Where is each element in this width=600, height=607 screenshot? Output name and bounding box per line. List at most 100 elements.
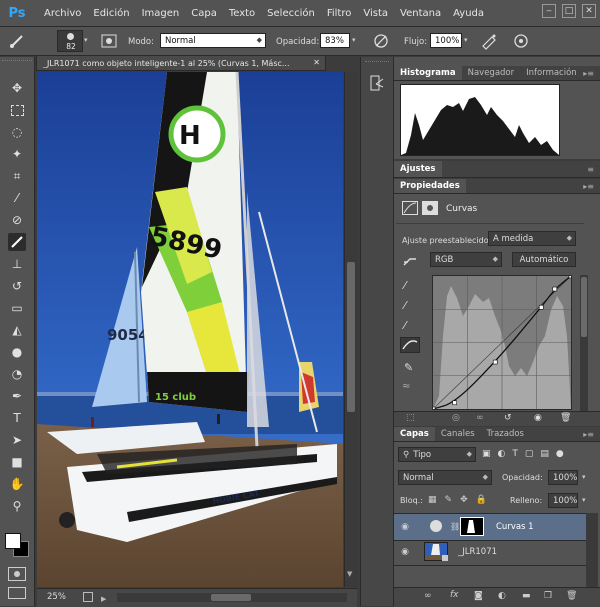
view-previous-icon[interactable]: ◎: [452, 413, 460, 423]
menu-archivo[interactable]: Archivo: [38, 8, 87, 19]
menu-seleccion[interactable]: Selección: [261, 8, 321, 19]
properties-scrollbar[interactable]: [580, 275, 588, 417]
tab-propiedades[interactable]: Propiedades: [394, 179, 466, 193]
link-layers-icon[interactable]: ∞: [424, 591, 432, 601]
history-icon[interactable]: [370, 75, 384, 91]
filter-shape-icon[interactable]: ▢: [525, 449, 534, 459]
toolbar-grip[interactable]: [2, 60, 32, 65]
status-info-icon[interactable]: [83, 592, 93, 602]
curve-control-point[interactable]: [568, 276, 571, 279]
zoom-level[interactable]: 25%: [47, 592, 66, 602]
close-document-icon[interactable]: ✕: [313, 58, 320, 67]
scrollbar-thumb[interactable]: [347, 262, 355, 412]
gray-point-eyedropper-icon[interactable]: ⁄: [404, 299, 406, 312]
healing-brush-tool-icon[interactable]: ⊘: [8, 211, 26, 229]
menu-filtro[interactable]: Filtro: [321, 8, 358, 19]
canvas-horizontal-scrollbar[interactable]: [117, 593, 347, 602]
edit-points-tool-icon[interactable]: [400, 337, 420, 353]
brush-tool-icon[interactable]: [8, 233, 26, 251]
paint-bucket-tool-icon[interactable]: ◭: [8, 321, 26, 339]
layer-name[interactable]: _JLR1071: [458, 547, 497, 557]
quick-mask-icon[interactable]: [8, 567, 26, 581]
document-canvas[interactable]: 9054 H 5899 15 club HOBIE CAT: [37, 72, 343, 587]
visibility-eye-icon[interactable]: ◉: [400, 522, 410, 532]
document-tab[interactable]: _JLR1071 como objeto inteligente-1 al 25…: [36, 55, 326, 71]
draw-curve-pencil-icon[interactable]: ✎: [404, 361, 413, 374]
layer-mask-icon[interactable]: [422, 201, 438, 215]
curves-graph[interactable]: [432, 275, 572, 410]
layer-row[interactable]: ◉ ⛓ Curvas 1: [394, 513, 586, 541]
layers-panel-menu-icon[interactable]: ▸≡: [583, 427, 600, 441]
minimize-icon[interactable]: ‒: [542, 4, 556, 18]
tab-canales[interactable]: Canales: [435, 427, 481, 441]
visibility-eye-icon[interactable]: ◉: [400, 547, 410, 557]
panel-strip-grip[interactable]: [365, 61, 389, 66]
brush-size-picker[interactable]: 82: [57, 30, 83, 52]
menu-vista[interactable]: Vista: [357, 8, 394, 19]
lock-position-icon[interactable]: ✥: [460, 495, 468, 505]
white-point-eyedropper-icon[interactable]: ⁄: [404, 319, 406, 332]
lock-pixels-icon[interactable]: ✎: [445, 495, 453, 505]
hand-tool-icon[interactable]: ✋: [8, 475, 26, 493]
delete-layer-icon[interactable]: 🗑: [566, 591, 577, 601]
black-point-eyedropper-icon[interactable]: ⁄: [404, 279, 406, 292]
blur-tool-icon[interactable]: ●: [8, 343, 26, 361]
new-layer-icon[interactable]: ❐: [544, 591, 552, 601]
filter-pixel-icon[interactable]: ▣: [482, 449, 491, 459]
brush-size-dropdown-icon[interactable]: ▾: [84, 36, 88, 44]
filter-adjustment-icon[interactable]: ◐: [498, 449, 506, 459]
pressure-opacity-icon[interactable]: [372, 32, 390, 50]
maximize-icon[interactable]: □: [562, 4, 576, 18]
tab-ajustes[interactable]: Ajustes: [394, 161, 442, 177]
lasso-tool-icon[interactable]: ◌: [8, 123, 26, 141]
curve-control-point[interactable]: [492, 359, 498, 365]
path-selection-tool-icon[interactable]: ➤: [8, 431, 26, 449]
move-tool-icon[interactable]: ✥: [8, 79, 26, 97]
history-brush-tool-icon[interactable]: ↺: [8, 277, 26, 295]
tab-capas[interactable]: Capas: [394, 427, 435, 441]
hscroll-thumb[interactable]: [211, 594, 251, 601]
type-tool-icon[interactable]: T: [8, 409, 26, 427]
targeted-adjustment-icon[interactable]: [402, 255, 418, 269]
fill-dropdown-icon[interactable]: ▾: [582, 496, 586, 504]
canvas-vertical-scrollbar[interactable]: ▼: [344, 72, 358, 587]
visibility-eye-icon[interactable]: ◉: [534, 413, 542, 423]
flow-dropdown-icon[interactable]: ▾: [464, 36, 468, 44]
lock-transparent-icon[interactable]: ▦: [428, 495, 437, 505]
scroll-down-icon[interactable]: ▼: [347, 570, 352, 578]
curve-control-point[interactable]: [552, 286, 558, 292]
add-mask-icon[interactable]: ◙: [474, 591, 483, 601]
menu-imagen[interactable]: Imagen: [136, 8, 186, 19]
magic-wand-tool-icon[interactable]: ✦: [8, 145, 26, 163]
layer-name[interactable]: Curvas 1: [496, 522, 534, 532]
menu-ventana[interactable]: Ventana: [394, 8, 447, 19]
pen-tool-icon[interactable]: ✒: [8, 387, 26, 405]
channel-select[interactable]: RGB ◆: [430, 252, 502, 267]
layer-opacity-input[interactable]: 100%: [548, 470, 578, 485]
zoom-tool-icon[interactable]: ⚲: [8, 497, 26, 515]
marquee-tool-icon[interactable]: [8, 101, 26, 119]
menu-ayuda[interactable]: Ayuda: [447, 8, 490, 19]
properties-panel-menu-icon[interactable]: ▸≡: [583, 179, 600, 193]
clip-to-layer-icon[interactable]: ⬚: [406, 413, 415, 423]
screen-mode-icon[interactable]: [8, 587, 26, 599]
close-icon[interactable]: ✕: [582, 4, 596, 18]
crop-tool-icon[interactable]: ⌗: [8, 167, 26, 185]
layer-filter-select[interactable]: ⚲ Tipo ◆: [398, 447, 476, 462]
dodge-tool-icon[interactable]: ◔: [8, 365, 26, 383]
menu-texto[interactable]: Texto: [223, 8, 261, 19]
mode-select[interactable]: Normal ◆: [160, 33, 266, 48]
foreground-color-swatch[interactable]: [5, 533, 21, 549]
menu-edicion[interactable]: Edición: [87, 8, 135, 19]
preset-select[interactable]: A medida ◆: [488, 231, 576, 246]
lock-all-icon[interactable]: 🔒: [476, 495, 487, 505]
curve-control-point[interactable]: [452, 400, 457, 406]
layer-style-icon[interactable]: fx: [450, 590, 459, 600]
layer-mask-thumbnail[interactable]: [460, 517, 484, 536]
tab-histograma[interactable]: Histograma: [394, 66, 462, 80]
smooth-curve-icon[interactable]: ≈: [402, 381, 410, 392]
shape-tool-icon[interactable]: ■: [8, 453, 26, 471]
brush-preset-icon[interactable]: [6, 33, 36, 49]
new-group-icon[interactable]: ▬: [522, 591, 531, 601]
tab-informacion[interactable]: Información: [520, 66, 583, 80]
